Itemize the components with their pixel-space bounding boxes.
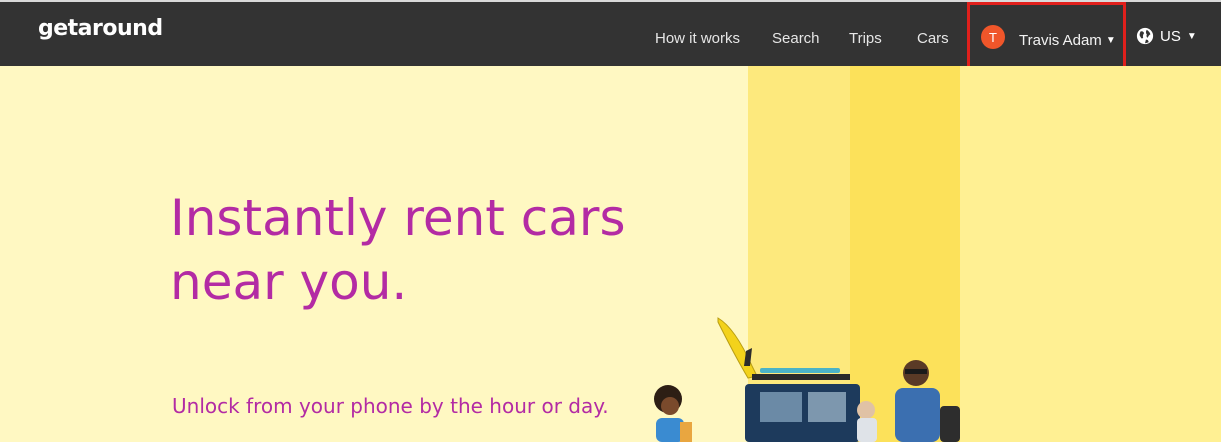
user-avatar[interactable]: T xyxy=(981,25,1005,49)
user-name: Travis Adam xyxy=(1019,32,1102,49)
locale-selector[interactable]: US ▼ xyxy=(1136,27,1197,45)
hero-illustration xyxy=(654,317,960,442)
nav-how-it-works[interactable]: How it works xyxy=(655,30,740,47)
hero-section: Instantly rent cars near you. Unlock fro… xyxy=(0,66,1221,442)
getaround-logo[interactable]: getaround xyxy=(38,16,163,41)
locale-label: US xyxy=(1160,27,1181,45)
person-image xyxy=(654,385,692,442)
chevron-down-icon: ▼ xyxy=(1186,30,1197,42)
person-image xyxy=(895,360,960,442)
nav-search[interactable]: Search xyxy=(772,30,820,47)
car-image xyxy=(745,368,860,442)
nav-trips[interactable]: Trips xyxy=(849,30,882,47)
person-image xyxy=(857,401,877,442)
top-navigation-bar: getaround How it works Search Trips Cars… xyxy=(0,0,1221,66)
nav-cars[interactable]: Cars xyxy=(917,30,949,47)
chevron-down-icon: ▼ xyxy=(1105,35,1116,46)
user-menu-toggle[interactable]: Travis Adam ▼ xyxy=(1019,32,1116,49)
globe-icon xyxy=(1136,27,1154,45)
avatar-initial: T xyxy=(989,29,997,45)
surfboard-image xyxy=(717,317,758,379)
